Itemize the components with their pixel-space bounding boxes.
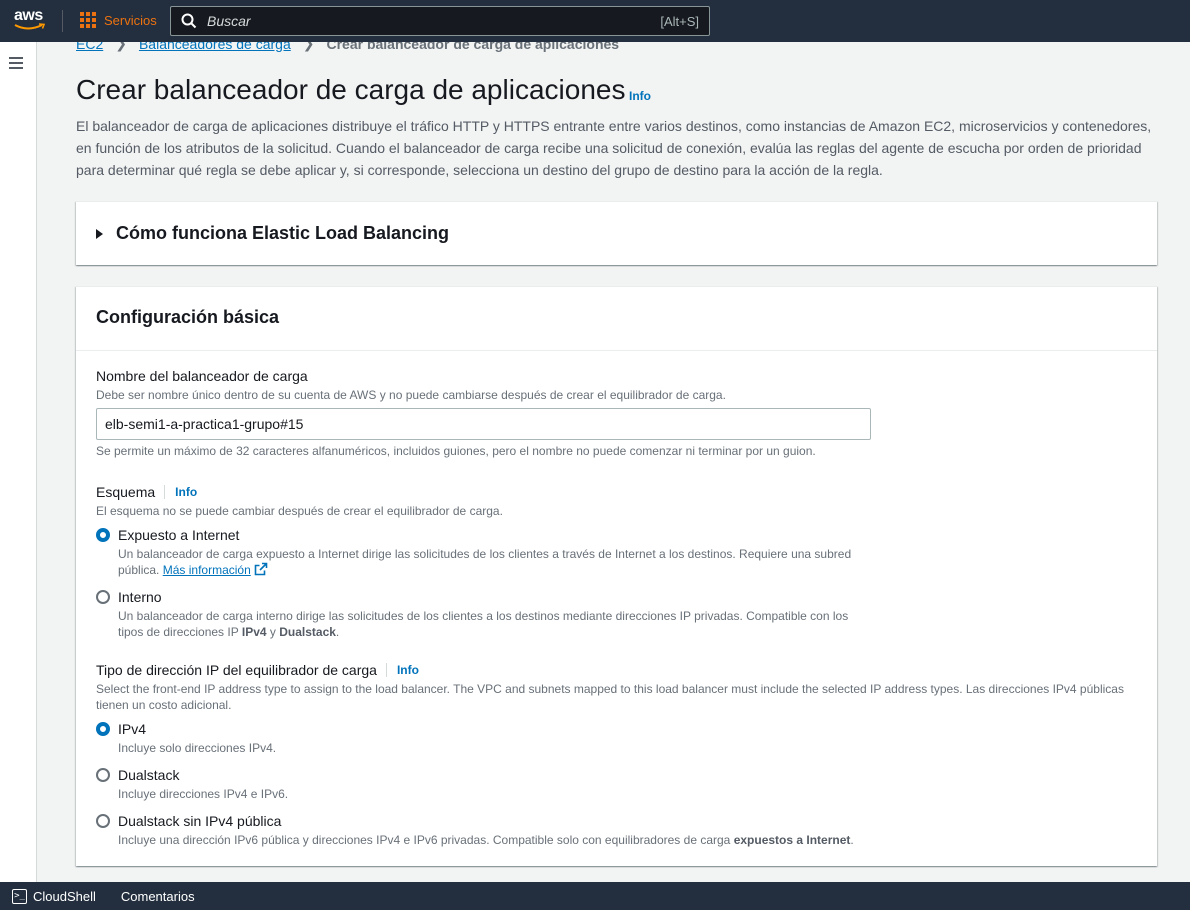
learn-more-link[interactable]: Más información [162, 562, 268, 577]
internal-description-text: Un balanceador de carga interno dirige l… [118, 609, 849, 639]
feedback-button[interactable]: Comentarios [121, 889, 195, 904]
period-text: . [335, 625, 340, 639]
services-grid-icon [80, 12, 96, 28]
ipv4-bold: IPv4 [241, 625, 267, 639]
radio-selected-icon[interactable] [96, 722, 110, 736]
top-navigation: aws Servicios [Alt+S] [0, 0, 1190, 42]
label-divider [164, 485, 166, 499]
scheme-option-internal[interactable]: Interno Un balanceador de carga interno … [96, 588, 863, 640]
scheme-label-row: Esquema Info [96, 484, 503, 500]
dualstack-no-ipv4-description: Incluye una dirección IPv6 pública y dir… [118, 833, 734, 847]
menu-hamburger-icon[interactable] [9, 57, 23, 69]
radio-unselected-icon[interactable] [96, 814, 110, 828]
breadcrumb-load-balancers-link[interactable]: Balanceadores de carga [139, 42, 291, 52]
name-field-description: Debe ser nombre único dentro de su cuent… [96, 388, 726, 402]
scheme-description: El esquema no se puede cambiar después d… [96, 504, 503, 518]
radio-description: Un balanceador de carga expuesto a Inter… [118, 546, 863, 578]
scheme-field: Esquema Info El esquema no se puede camb… [96, 484, 503, 519]
how-elb-works-expander[interactable]: Cómo funciona Elastic Load Balancing [76, 201, 1157, 265]
cloudshell-label: CloudShell [33, 888, 96, 904]
cloudshell-button[interactable]: >_ CloudShell [12, 888, 96, 904]
breadcrumb-ec2-link[interactable]: EC2 [76, 42, 103, 52]
basic-configuration-panel: Configuración básica Nombre del balancea… [76, 286, 1157, 866]
services-label: Servicios [104, 12, 157, 28]
side-navigation-rail [0, 42, 37, 882]
radio-description: Incluye solo direcciones IPv4. [118, 741, 277, 755]
load-balancer-name-input[interactable] [96, 408, 871, 440]
load-balancer-name-field: Nombre del balanceador de carga Debe ser… [96, 368, 871, 458]
expander-title: Cómo funciona Elastic Load Balancing [116, 223, 450, 243]
radio-label: Dualstack [118, 767, 180, 783]
scheme-option-internet-facing[interactable]: Expuesto a Internet Un balanceador de ca… [96, 526, 863, 578]
ip-type-description: Select the front-end IP address type to … [96, 682, 1124, 712]
radio-description: Incluye una dirección IPv6 pública y dir… [118, 832, 854, 848]
radio-selected-icon[interactable] [96, 528, 110, 542]
page-info-link[interactable]: Info [629, 89, 651, 103]
radio-label: IPv4 [118, 721, 147, 737]
panel-title: Configuración básica [96, 307, 280, 327]
scheme-info-link[interactable]: Info [175, 485, 197, 499]
main-content: EC2 ❯ Balanceadores de carga ❯ Crear bal… [37, 42, 1190, 882]
radio-unselected-icon[interactable] [96, 590, 110, 604]
radio-label: Dualstack sin IPv4 pública [118, 813, 282, 829]
name-field-constraint: Se permite un máximo de 32 caracteres al… [96, 444, 816, 458]
nav-divider [62, 10, 63, 32]
console-footer: >_ CloudShell Comentarios [0, 882, 1190, 910]
expander-header[interactable]: Cómo funciona Elastic Load Balancing [96, 223, 449, 244]
ip-type-option-dualstack[interactable]: Dualstack Incluye direcciones IPv4 e IPv… [96, 766, 288, 802]
search-shortcut: [Alt+S] [660, 13, 699, 29]
aws-smile-icon [14, 23, 46, 30]
internet-facing-bold: expuestos a Internet [733, 833, 851, 847]
label-divider [385, 663, 387, 677]
ip-type-label: Tipo de dirección IP del equilibrador de… [96, 662, 377, 678]
search-input[interactable] [207, 13, 661, 29]
dualstack-bold: Dualstack [279, 625, 336, 639]
radio-label: Expuesto a Internet [118, 527, 240, 543]
ip-type-option-ipv4[interactable]: IPv4 Incluye solo direcciones IPv4. [96, 720, 276, 756]
learn-more-text: Más información [162, 563, 251, 577]
page-description: El balanceador de carga de aplicaciones … [76, 118, 1152, 178]
breadcrumb-current: Crear balanceador de carga de aplicacion… [326, 42, 620, 52]
cloudshell-terminal-icon: >_ [12, 888, 27, 904]
page-title: Crear balanceador de carga de aplicacion… [76, 74, 626, 105]
caret-right-icon [96, 228, 103, 239]
ip-type-option-dualstack-no-public-ipv4[interactable]: Dualstack sin IPv4 pública Incluye una d… [96, 812, 854, 848]
radio-description: Incluye direcciones IPv4 e IPv6. [118, 787, 289, 801]
conjunction-text: y [266, 625, 280, 639]
chevron-right-icon: ❯ [302, 42, 315, 51]
radio-label: Interno [118, 589, 162, 605]
scheme-label: Esquema [96, 484, 156, 500]
ip-type-label-row: Tipo de dirección IP del equilibrador de… [96, 662, 1141, 678]
external-link-icon [254, 562, 268, 576]
ip-type-info-link[interactable]: Info [397, 663, 419, 677]
ip-address-type-field: Tipo de dirección IP del equilibrador de… [96, 662, 1141, 713]
services-menu-button[interactable]: Servicios [80, 12, 157, 28]
aws-logo[interactable]: aws [14, 8, 48, 34]
breadcrumb: EC2 ❯ Balanceadores de carga ❯ Crear bal… [76, 42, 619, 52]
period-text: . [850, 833, 854, 847]
name-field-label: Nombre del balanceador de carga [96, 368, 308, 384]
radio-unselected-icon[interactable] [96, 768, 110, 782]
search-icon [181, 13, 197, 29]
radio-description: Un balanceador de carga interno dirige l… [118, 608, 863, 640]
aws-logo-text: aws [14, 7, 43, 24]
panel-header: Configuración básica [76, 287, 1157, 351]
chevron-right-icon: ❯ [115, 42, 127, 51]
global-search[interactable]: [Alt+S] [170, 6, 710, 36]
